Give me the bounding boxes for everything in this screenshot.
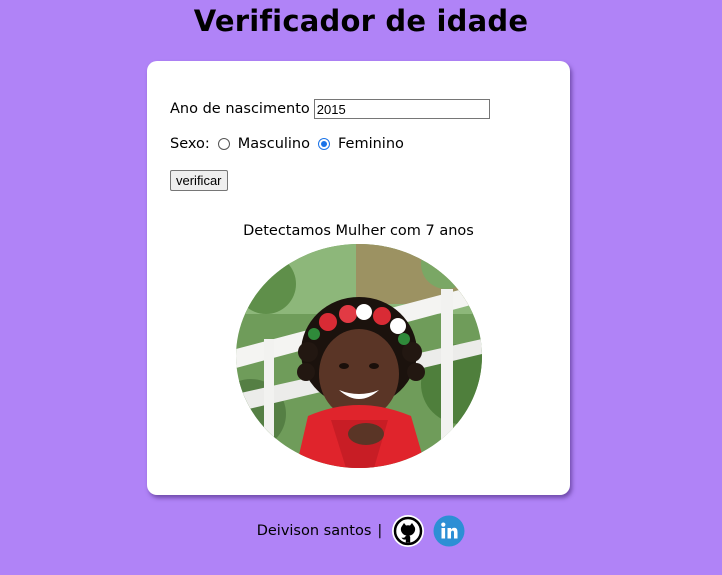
- sex-row: Sexo: Masculino Feminino: [170, 136, 404, 152]
- radio-masculino-label[interactable]: Masculino: [238, 136, 310, 152]
- age-checker-card: Ano de nascimento Sexo: Masculino Femini…: [147, 61, 570, 495]
- sex-label: Sexo:: [170, 136, 210, 152]
- linkedin-icon[interactable]: [433, 515, 465, 547]
- footer-separator: |: [377, 523, 383, 539]
- github-icon[interactable]: [392, 515, 425, 547]
- birth-year-row: Ano de nascimento: [170, 99, 490, 119]
- page-title: Verificador de idade: [193, 4, 529, 38]
- radio-feminino-label[interactable]: Feminino: [338, 136, 404, 152]
- verify-button[interactable]: verificar: [170, 170, 228, 191]
- birth-year-input[interactable]: [313, 99, 490, 119]
- footer: Deivison santos |: [0, 515, 722, 547]
- result-photo: [236, 244, 482, 468]
- radio-feminino[interactable]: [318, 138, 330, 150]
- footer-author: Deivison santos: [256, 523, 372, 539]
- radio-masculino[interactable]: [217, 138, 230, 150]
- birth-year-label: Ano de nascimento: [170, 101, 310, 117]
- result-text: Detectamos Mulher com 7 anos: [243, 223, 474, 239]
